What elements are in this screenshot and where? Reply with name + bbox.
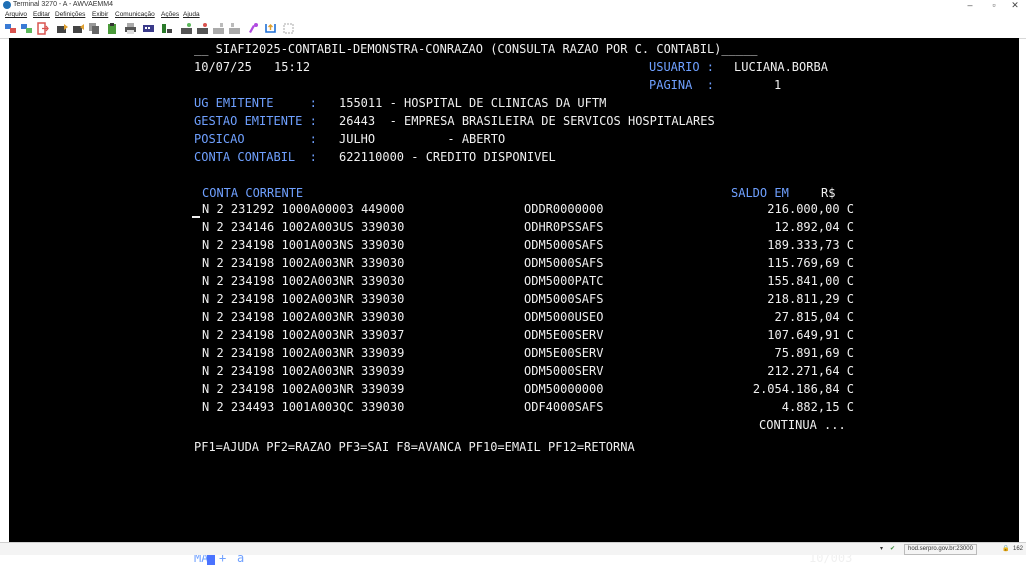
gestao-label: GESTAO EMITENTE : — [194, 114, 317, 128]
row-conta: N 2 234198 1002A003NR 339030 — [202, 256, 405, 270]
pagina-value: 1 — [774, 78, 782, 92]
row-conta: N 2 234146 1002A003US 339030 — [202, 220, 405, 234]
status-bar: ▾ ✔ hod.serpro.gov.br:23000 🔒 162 — [0, 542, 1026, 555]
stop-icon[interactable] — [212, 22, 225, 35]
row-codigo: ODHR0PSSAFS — [524, 220, 604, 234]
conta-value: 622110000 - CREDITO DISPONIVEL — [339, 150, 556, 164]
row-saldo: 212.271,64 C — [767, 364, 854, 378]
col-saldo: SALDO EM — [731, 186, 789, 200]
receive-file-icon[interactable] — [72, 22, 85, 35]
ug-label: UG EMITENTE : — [194, 96, 317, 110]
row-conta: N 2 234198 1002A003NR 339030 — [202, 274, 405, 288]
row-saldo: 216.000,00 C — [767, 202, 854, 216]
menu-definicoes[interactable]: Definições — [55, 10, 85, 19]
row-conta: N 2 234198 1002A003NR 339030 — [202, 292, 405, 306]
toolbar — [0, 19, 1026, 39]
row-conta: N 2 234198 1002A003NR 339039 — [202, 364, 405, 378]
row-conta: N 2 234493 1001A003QC 339030 — [202, 400, 405, 414]
copy-icon[interactable] — [88, 22, 101, 35]
paste-icon[interactable] — [106, 22, 119, 35]
disconnect-icon[interactable] — [20, 22, 33, 35]
row-saldo: 4.882,15 C — [781, 400, 854, 414]
close-button[interactable]: ✕ — [1005, 0, 1025, 10]
send-file-icon[interactable] — [56, 22, 69, 35]
menu-exibir[interactable]: Exibir — [92, 10, 108, 19]
posicao-value: JULHO - ABERTO — [339, 132, 506, 146]
row-saldo: 189.333,73 C — [767, 238, 854, 252]
row-saldo: 218.811,29 C — [767, 292, 854, 306]
menu-ajuda[interactable]: Ajuda — [183, 10, 200, 19]
record-icon[interactable] — [180, 22, 193, 35]
connected-check-icon: ✔ — [890, 546, 896, 552]
play-icon[interactable] — [196, 22, 209, 35]
menu-comunicacao[interactable]: Comunicação — [115, 10, 155, 19]
pause-icon[interactable] — [228, 22, 241, 35]
lock-icon: 🔒 — [1002, 546, 1010, 552]
ug-value: 155011 - HOSPITAL DE CLINICAS DA UFTM — [339, 96, 607, 110]
row-saldo: 107.649,91 C — [767, 328, 854, 342]
exit-icon[interactable] — [36, 22, 49, 35]
chevron-down-icon[interactable]: ▾ — [880, 543, 883, 555]
gestao-value: 26443 - EMPRESA BRASILEIRA DE SERVICOS H… — [339, 114, 715, 128]
print-icon[interactable] — [124, 22, 137, 35]
row-conta: N 2 231292 1000A00003 449000 — [202, 202, 405, 216]
row-saldo: 75.891,69 C — [774, 346, 854, 360]
row-saldo: 27.815,04 C — [774, 310, 854, 324]
row-codigo: ODM5000SAFS — [524, 238, 604, 252]
row-saldo: 2.054.186,84 C — [752, 382, 854, 396]
row-codigo: ODM5E00SERV — [524, 328, 604, 342]
row-codigo: ODM5E00SERV — [524, 346, 604, 360]
window-title-bar: Terminal 3270 - A - AWVAEMM4 – ▫ ✕ — [0, 0, 1026, 10]
row-codigo: ODM50000000 — [524, 382, 604, 396]
usuario-value: LUCIANA.BORBA — [734, 60, 828, 74]
clear-icon[interactable] — [264, 22, 277, 35]
row-saldo: 155.841,00 C — [767, 274, 854, 288]
row-conta: N 2 234198 1002A003NR 339030 — [202, 310, 405, 324]
terminal-screen[interactable]: __ SIAFI2025-CONTABIL-DEMONSTRA-CONRAZAO… — [9, 38, 1019, 565]
row-codigo: ODM5000USEO — [524, 310, 604, 324]
row-conta: N 2 234198 1002A003NR 339039 — [202, 346, 405, 360]
row-codigo: ODM5000SAFS — [524, 256, 604, 270]
restore-icon[interactable] — [282, 22, 295, 35]
window-title: Terminal 3270 - A - AWVAEMM4 — [13, 1, 113, 8]
row-conta: N 2 234198 1002A003NR 339039 — [202, 382, 405, 396]
keypad-icon[interactable] — [246, 22, 259, 35]
terminal-app-icon — [3, 1, 11, 9]
row-saldo: 115.769,69 C — [767, 256, 854, 270]
keyboard-icon[interactable] — [142, 22, 155, 35]
screen-date: 10/07/25 — [194, 60, 252, 74]
screen-time: 15:12 — [274, 60, 311, 74]
menu-arquivo[interactable]: Arquivo — [5, 10, 27, 19]
pf-keys-line: PF1=AJUDA PF2=RAZAO PF3=SAI F8=AVANCA PF… — [194, 440, 635, 454]
input-cursor[interactable] — [192, 216, 200, 218]
status-extra: 162 — [1013, 546, 1024, 552]
connect-icon[interactable] — [4, 22, 17, 35]
macro-icon[interactable] — [160, 22, 173, 35]
col-currency: R$ — [821, 186, 836, 200]
row-codigo: ODM5000SERV — [524, 364, 604, 378]
conta-label: CONTA CONTABIL : — [194, 150, 317, 164]
row-codigo: ODM5000SAFS — [524, 292, 604, 306]
menu-acoes[interactable]: Ações — [161, 10, 179, 19]
menu-bar: Arquivo Editar Definições Exibir Comunic… — [0, 10, 1026, 19]
minimize-button[interactable]: – — [960, 0, 980, 10]
posicao-label: POSICAO : — [194, 132, 317, 146]
row-conta: N 2 234198 1002A003NR 339037 — [202, 328, 405, 342]
row-conta: N 2 234198 1001A003NS 339030 — [202, 238, 405, 252]
row-saldo: 12.892,04 C — [774, 220, 854, 234]
usuario-label: USUARIO : — [649, 60, 715, 74]
continua-indicator: CONTINUA ... — [759, 418, 846, 432]
col-conta-corrente: CONTA CORRENTE — [202, 186, 304, 200]
maximize-button[interactable]: ▫ — [984, 0, 1004, 10]
row-codigo: ODDR0000000 — [524, 202, 604, 216]
row-codigo: ODF4000SAFS — [524, 400, 604, 414]
menu-editar[interactable]: Editar — [33, 10, 50, 19]
screen-header: __ SIAFI2025-CONTABIL-DEMONSTRA-CONRAZAO… — [194, 42, 758, 56]
host-address: hod.serpro.gov.br:23000 — [904, 544, 977, 555]
row-codigo: ODM5000PATC — [524, 274, 604, 288]
pagina-label: PAGINA : — [649, 78, 715, 92]
